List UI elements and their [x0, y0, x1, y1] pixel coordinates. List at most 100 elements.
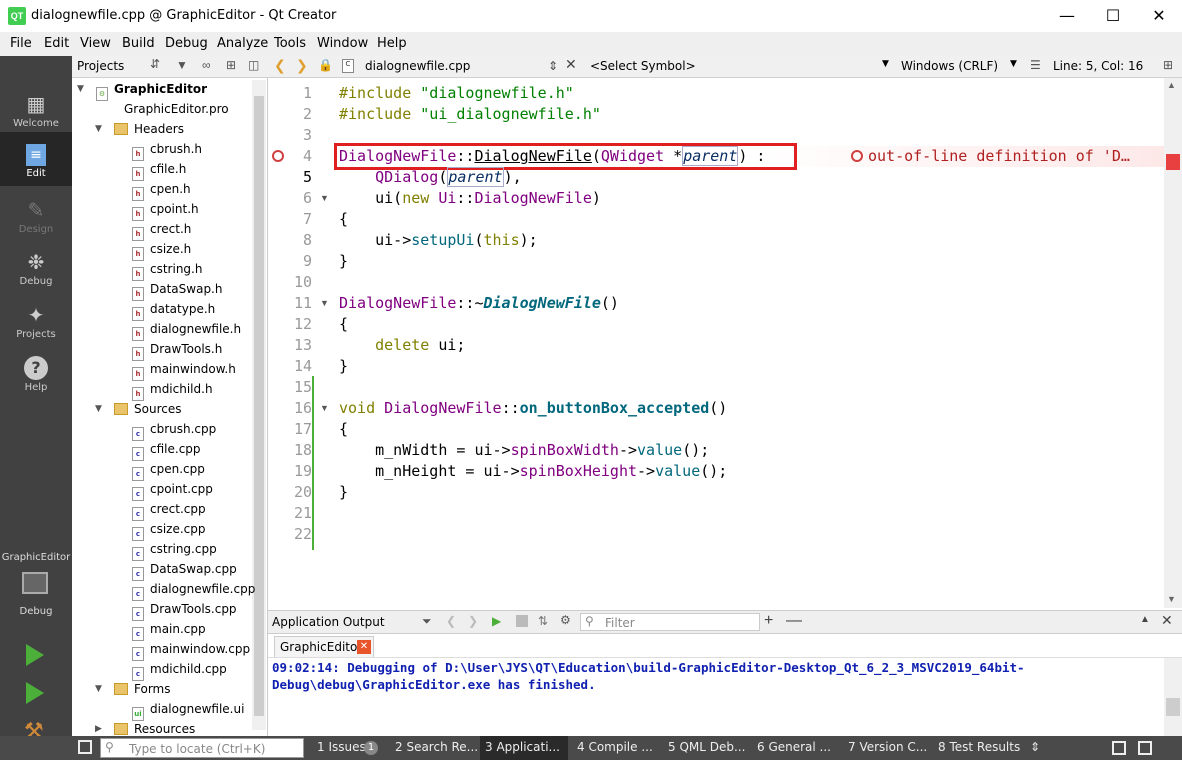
symbol-dropdown-icon[interactable]: ▼	[882, 59, 889, 69]
attach-icon[interactable]: ⏷	[422, 614, 432, 629]
pane-issues[interactable]: 1 Issues	[317, 740, 366, 754]
pane-compile-output[interactable]: 4 Compile ...	[577, 740, 653, 754]
prev-icon[interactable]: ❮	[446, 614, 456, 628]
symbol-selector[interactable]: <Select Symbol>	[590, 59, 696, 73]
output-tab-graphiceditor[interactable]: GraphicEditor ✕	[274, 636, 374, 657]
filter-icon[interactable]: ☰	[1030, 58, 1041, 72]
mode-welcome[interactable]: ▦ Welcome	[0, 86, 72, 138]
tree-item-header[interactable]: h dialognewfile.h	[132, 319, 241, 341]
split-editor-icon[interactable]: ⊞	[1163, 58, 1173, 72]
tree-folder-forms[interactable]: ▼ Forms	[95, 679, 170, 699]
tree-item-source[interactable]: c cbrush.cpp	[132, 419, 216, 441]
debug-run-icon[interactable]	[26, 682, 44, 704]
tree-item-form[interactable]: ui dialognewfile.ui	[132, 699, 244, 721]
tree-item-source[interactable]: c cfile.cpp	[132, 439, 201, 461]
tree-item-source[interactable]: c mdichild.cpp	[132, 659, 227, 681]
pane-qml-debugger[interactable]: 5 QML Deb...	[668, 740, 745, 754]
close-button[interactable]: ✕	[1136, 0, 1182, 32]
output-scrollbar[interactable]	[1164, 658, 1182, 736]
line-ending-selector[interactable]: Windows (CRLF)	[901, 59, 998, 73]
collapse-icon[interactable]: ▼	[77, 79, 84, 99]
tree-item-source[interactable]: c crect.cpp	[132, 499, 206, 521]
lock-icon[interactable]: 🔒	[318, 58, 333, 72]
next-icon[interactable]: ❯	[468, 614, 478, 628]
locator-input[interactable]: ⚲ Type to locate (Ctrl+K)	[100, 738, 304, 758]
collapse-icon[interactable]: ▼	[95, 119, 102, 139]
mode-help[interactable]: ? Help	[0, 350, 72, 402]
mode-edit[interactable]: ≡ Edit	[0, 132, 72, 186]
collapse-icon[interactable]: ▼	[95, 679, 102, 699]
tree-item-header[interactable]: h cpoint.h	[132, 199, 199, 221]
pane-test-results[interactable]: 8 Test Results	[938, 740, 1020, 754]
close-pane-icon[interactable]: ✕	[1161, 612, 1173, 629]
file-dropdown-icon[interactable]: ⇕	[548, 59, 558, 73]
maximize-pane-icon[interactable]: ▲	[1140, 614, 1150, 625]
pane-selector-icon[interactable]: ⇕	[1030, 740, 1040, 754]
menu-window[interactable]: Window	[317, 36, 368, 51]
output-filter-input[interactable]: ⚲ Filter	[580, 613, 760, 631]
pane-general-messages[interactable]: 6 General ...	[757, 740, 831, 754]
close-sidebar-icon[interactable]: ◫	[248, 58, 259, 72]
pane-version-control[interactable]: 7 Version C...	[848, 740, 927, 754]
error-marker-icon[interactable]	[272, 150, 284, 162]
menu-view[interactable]: View	[80, 36, 111, 51]
menu-debug[interactable]: Debug	[165, 36, 208, 51]
tree-item-header[interactable]: h crect.h	[132, 219, 191, 241]
tree-item-header[interactable]: h cfile.h	[132, 159, 186, 181]
menu-analyze[interactable]: Analyze	[217, 36, 268, 51]
tree-item-header[interactable]: h mdichild.h	[132, 379, 213, 401]
editor-scrollbar[interactable]: ▲ ▼	[1164, 78, 1182, 608]
tree-folder-headers[interactable]: ▼ Headers	[95, 119, 184, 139]
pane-application-output[interactable]: 3 Applicati...	[485, 740, 560, 754]
tree-item-pro[interactable]: GraphicEditor.pro	[114, 99, 229, 119]
cursor-position[interactable]: Line: 5, Col: 16	[1053, 59, 1143, 73]
fold-icon[interactable]: ▼	[320, 298, 329, 308]
tree-item-source[interactable]: c dialognewfile.cpp	[126, 579, 255, 601]
tree-item-header[interactable]: h DataSwap.h	[132, 279, 222, 301]
menu-tools[interactable]: Tools	[274, 36, 306, 51]
link-icon[interactable]: ∞	[202, 58, 211, 72]
tree-item-header[interactable]: h datatype.h	[132, 299, 215, 321]
tree-item-source[interactable]: c DrawTools.cpp	[132, 599, 237, 621]
editor-file-tab[interactable]: dialognewfile.cpp	[365, 59, 470, 73]
chevron-updown-icon[interactable]: ⇵	[150, 57, 160, 71]
tree-item-header[interactable]: h csize.h	[132, 239, 191, 261]
sidebar-toggle-icon[interactable]	[78, 740, 92, 754]
tree-item-source[interactable]: c DataSwap.cpp	[132, 559, 237, 581]
monitor-icon[interactable]	[22, 572, 48, 594]
tree-item-source[interactable]: c main.cpp	[132, 619, 206, 641]
fold-icon[interactable]: ▼	[320, 193, 329, 203]
filter-icon[interactable]: ▼	[176, 58, 188, 72]
menu-help[interactable]: Help	[377, 36, 407, 51]
tree-item-header[interactable]: h mainwindow.h	[132, 359, 236, 381]
output-toggle-icon[interactable]	[1138, 741, 1152, 755]
gear-icon[interactable]: ⚙	[560, 613, 571, 627]
output-console[interactable]: 09:02:14: Debugging of D:\User\JYS\QT\Ed…	[268, 658, 1164, 736]
tree-item-header[interactable]: h cbrush.h	[132, 139, 202, 161]
fold-icon[interactable]: ▼	[320, 403, 329, 413]
tree-scrollbar[interactable]	[252, 80, 266, 730]
tree-item-header[interactable]: h cpen.h	[132, 179, 191, 201]
mode-debug[interactable]: ❉ Debug	[0, 244, 72, 296]
progress-toggle-icon[interactable]	[1112, 741, 1126, 755]
menu-build[interactable]: Build	[122, 36, 155, 51]
mode-projects[interactable]: ✦ Projects	[0, 297, 72, 349]
tree-item-source[interactable]: c cpoint.cpp	[132, 479, 213, 501]
tree-item-source[interactable]: c cstring.cpp	[132, 539, 217, 561]
tree-root-project[interactable]: ▼ ⚙ GraphicEditor	[77, 79, 207, 101]
zoom-icon[interactable]: ⇅	[538, 614, 548, 628]
run-icon[interactable]	[26, 644, 44, 666]
line-ending-dropdown-icon[interactable]: ▼	[1010, 59, 1017, 69]
tree-item-source[interactable]: c cpen.cpp	[132, 459, 205, 481]
stop-icon[interactable]	[516, 615, 528, 627]
close-file-icon[interactable]: ✕	[565, 57, 577, 73]
back-arrow-icon[interactable]: ❮	[274, 58, 286, 74]
menu-file[interactable]: File	[10, 36, 32, 51]
forward-arrow-icon[interactable]: ❯	[296, 58, 308, 74]
close-tab-icon[interactable]: ✕	[357, 640, 371, 654]
menu-edit[interactable]: Edit	[44, 36, 69, 51]
split-icon[interactable]: ⊞	[226, 58, 236, 72]
tree-item-source[interactable]: c mainwindow.cpp	[132, 639, 250, 661]
tree-item-header[interactable]: h DrawTools.h	[132, 339, 222, 361]
maximize-button[interactable]: ☐	[1090, 0, 1136, 32]
